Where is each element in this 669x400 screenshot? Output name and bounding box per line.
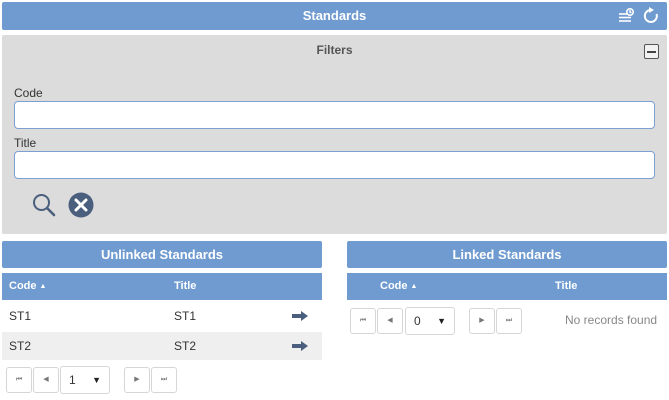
row-code: ST2 — [9, 339, 32, 353]
sort-asc-icon: ▲ — [410, 283, 418, 290]
linked-code-column[interactable]: Code ▲ — [380, 273, 417, 300]
last-page-button[interactable]: ⏭ — [496, 308, 522, 334]
linked-column-header: Code ▲ Title — [347, 273, 667, 300]
linked-title-header-label: Title — [555, 280, 578, 292]
page-title: Standards — [302, 8, 367, 23]
next-page-button[interactable]: ▶ — [124, 367, 150, 393]
top-header: Standards — [2, 2, 667, 30]
page-select-value: 0 — [414, 314, 421, 328]
prev-page-button[interactable]: ◀ — [33, 367, 59, 393]
linked-title-column[interactable]: Title — [555, 273, 577, 300]
sort-asc-icon: ▲ — [39, 283, 47, 290]
refresh-icon[interactable] — [641, 6, 661, 26]
unlinked-code-header-label: Code — [9, 280, 37, 292]
linked-code-header-label: Code — [380, 280, 408, 292]
filters-panel: Filters Code Title — [2, 35, 667, 234]
page-select[interactable]: 0 ▼ — [405, 307, 455, 335]
link-arrow-icon[interactable] — [292, 311, 308, 321]
unlinked-column-header: Code ▲ Title — [2, 273, 322, 300]
collapse-filters-button[interactable] — [644, 44, 659, 59]
chevron-down-icon: ▼ — [437, 316, 446, 326]
prev-page-button[interactable]: ◀ — [377, 308, 403, 334]
linked-standards-title: Linked Standards — [347, 241, 667, 268]
clear-icon[interactable] — [67, 191, 95, 219]
history-list-icon[interactable] — [616, 6, 636, 26]
search-icon[interactable] — [30, 191, 58, 219]
page-select-value: 1 — [69, 373, 76, 387]
next-page-button[interactable]: ▶ — [469, 308, 495, 334]
first-page-button[interactable]: ⏮ — [350, 308, 376, 334]
unlinked-code-column[interactable]: Code ▲ — [9, 273, 46, 300]
last-page-button[interactable]: ⏭ — [151, 367, 177, 393]
table-row[interactable]: ST2 ST2 — [2, 332, 322, 360]
unlinked-title-column[interactable]: Title — [174, 273, 196, 300]
first-page-button[interactable]: ⏮ — [6, 367, 32, 393]
row-title: ST1 — [174, 309, 197, 323]
chevron-down-icon: ▼ — [92, 375, 101, 385]
link-arrow-icon[interactable] — [292, 341, 308, 351]
unlinked-title-header-label: Title — [174, 280, 197, 292]
row-code: ST1 — [9, 309, 32, 323]
code-label: Code — [14, 86, 43, 100]
table-row[interactable]: ST1 ST1 — [2, 302, 322, 330]
empty-state-text: No records found — [565, 313, 658, 327]
title-label: Title — [14, 136, 37, 150]
title-input[interactable] — [14, 151, 655, 179]
filters-title: Filters — [316, 43, 353, 57]
page-select[interactable]: 1 ▼ — [60, 366, 110, 394]
row-title: ST2 — [174, 339, 197, 353]
unlinked-standards-title: Unlinked Standards — [2, 241, 322, 268]
code-input[interactable] — [14, 101, 655, 129]
